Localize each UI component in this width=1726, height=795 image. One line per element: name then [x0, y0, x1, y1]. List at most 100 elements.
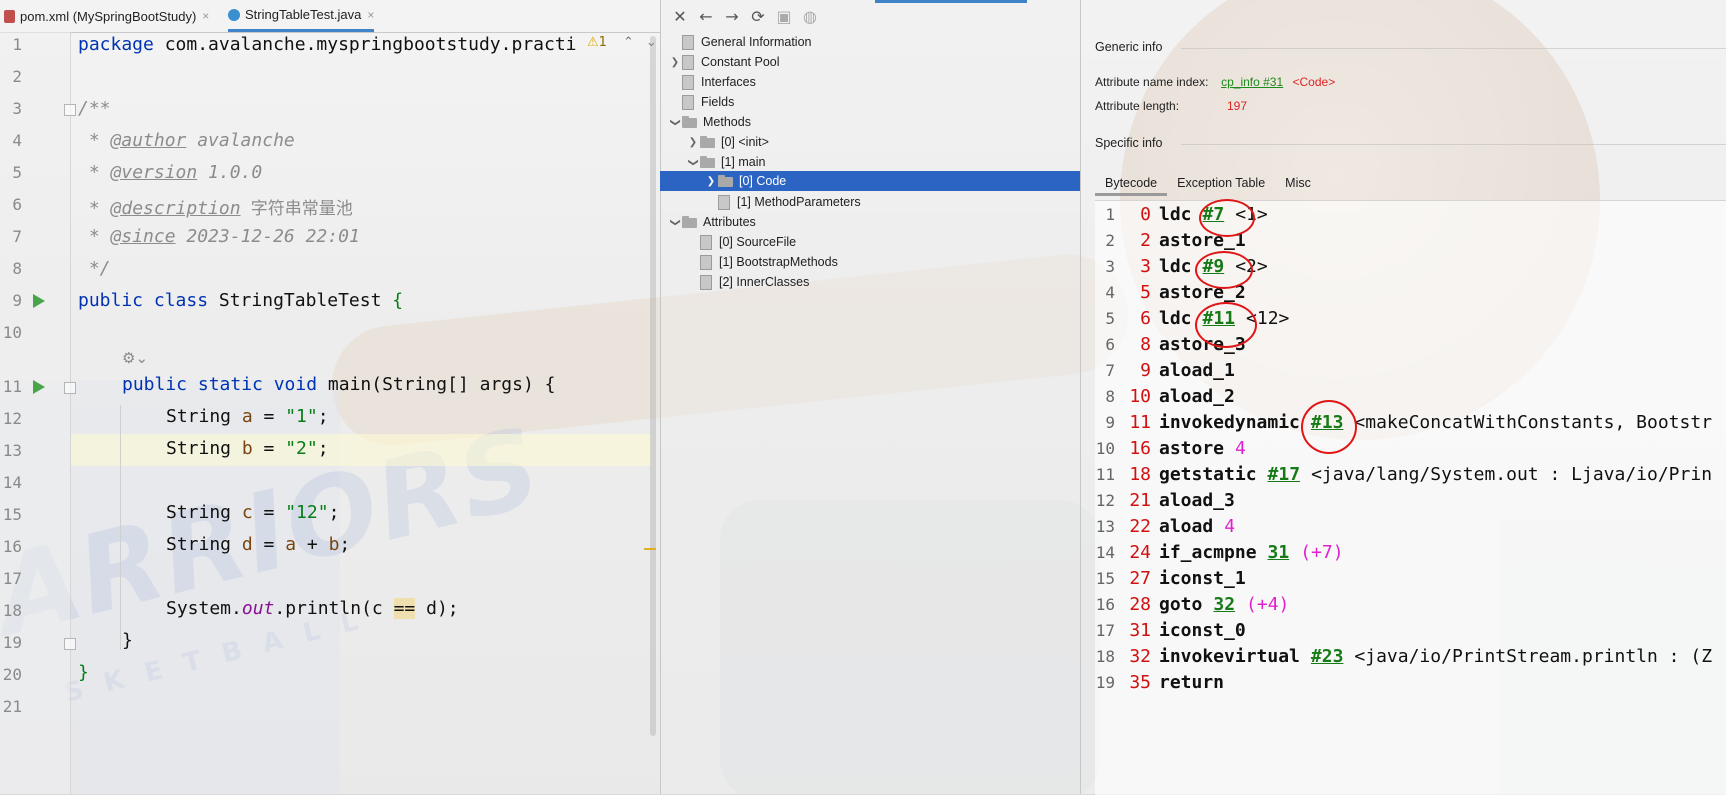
- line-number: 5: [12, 163, 22, 182]
- tree-node-method-init[interactable]: ❯ [0] <init>: [686, 132, 769, 152]
- gear-icon[interactable]: ⚙⌄: [122, 349, 148, 367]
- bytecode-line-number: 18: [1095, 646, 1115, 666]
- tree-node-methods[interactable]: ❯ Methods: [668, 112, 751, 132]
- line-number: 4: [12, 131, 22, 150]
- operator: =: [252, 406, 286, 427]
- tree-node-method-parameters[interactable]: [1] MethodParameters: [704, 192, 861, 212]
- chevron-right-icon[interactable]: ❯: [686, 137, 700, 148]
- bytecode-opcode: iconst_1: [1159, 567, 1246, 589]
- tree-label: Constant Pool: [701, 55, 780, 69]
- chevron-right-icon[interactable]: ❯: [668, 57, 682, 68]
- close-icon[interactable]: ✕: [667, 3, 693, 29]
- tab-pom-xml[interactable]: pom.xml (MySpringBootStudy) ×: [4, 0, 209, 32]
- line-number: 2: [12, 67, 22, 86]
- bytecode-row: 17 31 iconst_0: [1095, 617, 1246, 643]
- string-literal: "12": [285, 502, 329, 523]
- bytecode-opcode: aload: [1159, 515, 1214, 537]
- code-line-18: System.out.println(c == d);: [166, 598, 459, 619]
- refresh-icon[interactable]: ⟳: [745, 3, 771, 29]
- fold-marker[interactable]: [64, 382, 76, 394]
- method-call: .println(c: [274, 598, 394, 619]
- tab-bytecode[interactable]: Bytecode: [1095, 172, 1168, 196]
- bytecode-offset: 16: [1129, 437, 1151, 459]
- chevron-down-icon[interactable]: ❯: [670, 115, 681, 129]
- tree-label: [0] Code: [739, 174, 787, 188]
- bytecode-ref-link[interactable]: 31: [1268, 542, 1290, 563]
- tree-label: [1] BootstrapMethods: [719, 255, 838, 269]
- code-line-7: * @since 2023-12-26 22:01: [78, 226, 360, 247]
- tree-node-attributes[interactable]: ❯ Attributes: [668, 212, 756, 232]
- folder-icon: [700, 156, 715, 168]
- tab-stringtabletest[interactable]: StringTableTest.java ×: [228, 0, 375, 32]
- string-literal: "2": [285, 438, 318, 459]
- chevron-right-icon[interactable]: ❯: [704, 176, 718, 187]
- bytecode-offset: 9: [1140, 359, 1151, 381]
- bytecode-offset: 11: [1129, 411, 1151, 433]
- fold-marker[interactable]: [64, 104, 76, 116]
- tab-label: pom.xml (MySpringBootStudy): [20, 8, 197, 24]
- javadoc-value: avalanche: [186, 130, 295, 151]
- file-icon: [682, 94, 694, 110]
- bytecode-offset: 18: [1129, 463, 1151, 485]
- bytecode-opcode: aload_3: [1159, 489, 1235, 511]
- bytecode-opcode: astore: [1159, 437, 1225, 459]
- line-number: 9: [12, 291, 22, 310]
- tree-node-constant-pool[interactable]: ❯ Constant Pool: [668, 52, 780, 72]
- chevron-down-icon[interactable]: ❯: [688, 155, 699, 169]
- tab-label: StringTableTest.java: [245, 7, 362, 22]
- globe-icon[interactable]: ◍: [797, 3, 823, 29]
- folder-icon: [682, 116, 697, 128]
- close-icon[interactable]: ×: [367, 8, 374, 22]
- tree-node-general[interactable]: General Information: [668, 32, 811, 52]
- package-name: com.avalanche.myspringbootstudy.practi: [153, 34, 577, 55]
- toolbar: ✕ ← → ⟳ ▣ ◍: [661, 0, 1087, 32]
- tab-misc[interactable]: Misc: [1275, 172, 1321, 196]
- bytecode-relative-offset: (+7): [1300, 541, 1344, 563]
- javadoc-tag: @since: [110, 226, 176, 247]
- tree-label: [1] MethodParameters: [737, 195, 861, 209]
- editor-tab-bar: pom.xml (MySpringBootStudy) × StringTabl…: [0, 0, 660, 33]
- run-icon[interactable]: [33, 380, 45, 394]
- bytecode-opcode: invokevirtual: [1159, 645, 1300, 667]
- save-icon[interactable]: ▣: [771, 3, 797, 29]
- operator: +: [296, 534, 329, 555]
- bytecode-ref-link[interactable]: #23: [1311, 646, 1344, 667]
- tab-exception-table[interactable]: Exception Table: [1167, 172, 1275, 196]
- run-icon[interactable]: [33, 294, 45, 308]
- bytecode-ref-link[interactable]: 32: [1213, 594, 1235, 615]
- code-line-13: String b = "2";: [166, 438, 329, 459]
- tree-node-sourcefile[interactable]: [0] SourceFile: [686, 232, 796, 252]
- bytecode-ref-link[interactable]: #17: [1268, 464, 1301, 485]
- static-field: out: [241, 598, 275, 619]
- chevron-down-icon[interactable]: ❯: [670, 215, 681, 229]
- bytecode-row: 19 35 return: [1095, 669, 1224, 695]
- tree-node-innerclasses[interactable]: [2] InnerClasses: [686, 272, 809, 292]
- bytecode-line-number: 2: [1105, 230, 1115, 250]
- fold-marker[interactable]: [64, 638, 76, 650]
- bytecode-opcode: ldc: [1159, 255, 1192, 277]
- code-line-11: public static void main(String[] args) {: [122, 374, 556, 395]
- close-icon[interactable]: ×: [202, 9, 209, 23]
- warning-indicator[interactable]: ⚠1 ⌃ ⌄: [587, 35, 657, 50]
- editor-scrollbar[interactable]: [648, 36, 658, 794]
- javadoc-value: 字符串常量池: [240, 199, 353, 219]
- bytecode-offset: 8: [1140, 333, 1151, 355]
- cp-info-link[interactable]: cp_info #31: [1221, 75, 1283, 89]
- tree-node-code[interactable]: ❯ [0] Code: [704, 171, 786, 191]
- bytecode-opcode: return: [1159, 671, 1225, 693]
- tree-node-fields[interactable]: Fields: [668, 92, 734, 112]
- folder-icon: [718, 175, 733, 187]
- tree-node-bootstrapmethods[interactable]: [1] BootstrapMethods: [686, 252, 838, 272]
- line-number: 18: [2, 601, 22, 620]
- tree-node-method-main[interactable]: ❯ [1] main: [686, 152, 766, 172]
- detail-panel: Generic info Attribute name index: cp_in…: [1080, 0, 1726, 795]
- bytecode-offset: 27: [1129, 567, 1151, 589]
- back-icon[interactable]: ←: [693, 3, 719, 29]
- bytecode-offset: 10: [1129, 385, 1151, 407]
- bytecode-line-number: 7: [1105, 360, 1115, 380]
- code-line-12: String a = "1";: [166, 406, 329, 427]
- forward-icon[interactable]: →: [719, 3, 745, 29]
- tree-node-interfaces[interactable]: Interfaces: [668, 72, 756, 92]
- indent-guide: [120, 405, 121, 650]
- bytecode-line-number: 11: [1095, 464, 1115, 484]
